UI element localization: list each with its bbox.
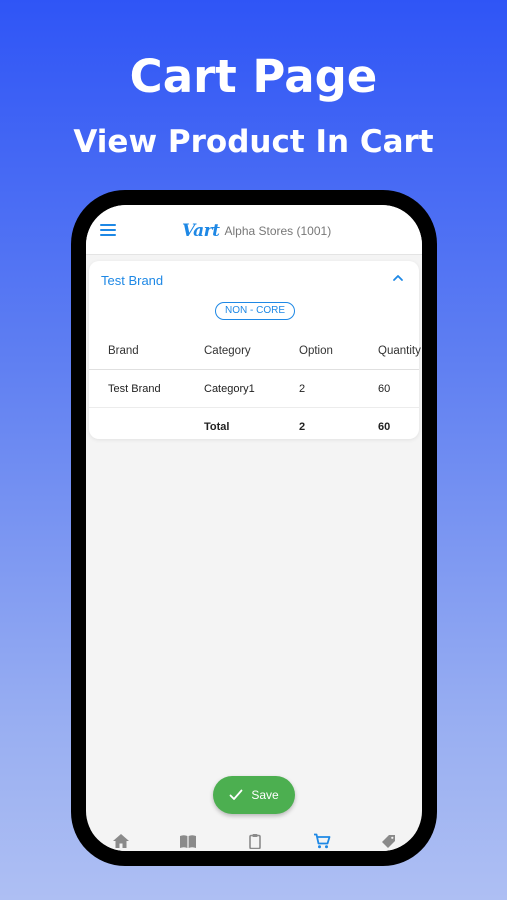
brand-card-title[interactable]: Test Brand bbox=[101, 273, 163, 288]
book-icon[interactable] bbox=[179, 833, 197, 849]
phone-screen: Vart Alpha Stores (1001) Test Brand NON … bbox=[86, 205, 422, 851]
store-name: Alpha Stores (1001) bbox=[224, 224, 332, 238]
table-header-row: Brand Category Option Quantity bbox=[89, 333, 421, 370]
chevron-up-icon[interactable] bbox=[391, 271, 405, 285]
table-row[interactable]: Test Brand Category1 2 60 bbox=[89, 370, 419, 408]
cell-option: 2 bbox=[299, 382, 306, 395]
column-header-option: Option bbox=[299, 345, 333, 357]
tag-icon[interactable] bbox=[380, 833, 398, 849]
cell-quantity: 60 bbox=[378, 382, 391, 395]
save-button-label: Save bbox=[251, 788, 279, 802]
column-header-category: Category bbox=[204, 345, 251, 357]
total-label: Total bbox=[204, 421, 230, 433]
app-header: Vart Alpha Stores (1001) bbox=[86, 205, 422, 255]
bottom-nav bbox=[86, 829, 422, 851]
home-icon[interactable] bbox=[112, 833, 130, 849]
promo-subtitle: View Product In Cart bbox=[73, 124, 434, 160]
menu-icon[interactable] bbox=[100, 224, 116, 236]
phone-frame: Vart Alpha Stores (1001) Test Brand NON … bbox=[71, 190, 437, 866]
table-total-row: Total 2 60 bbox=[89, 408, 419, 446]
cell-category: Category1 bbox=[204, 382, 255, 395]
total-option: 2 bbox=[299, 421, 306, 433]
logo-text: Vart bbox=[182, 221, 220, 241]
cell-brand: Test Brand bbox=[108, 382, 161, 395]
promo-title: Cart Page bbox=[129, 50, 378, 103]
check-icon bbox=[229, 789, 243, 800]
app-logo: Vart Alpha Stores (1001) bbox=[182, 218, 331, 244]
cart-icon[interactable] bbox=[313, 833, 331, 849]
clipboard-icon[interactable] bbox=[246, 833, 264, 849]
brand-card: Test Brand NON - CORE Brand Category Opt… bbox=[89, 261, 421, 439]
save-button[interactable]: Save bbox=[213, 776, 295, 814]
column-header-quantity: Quantity bbox=[378, 345, 421, 357]
total-quantity: 60 bbox=[378, 421, 391, 433]
category-type-badge: NON - CORE bbox=[215, 302, 295, 320]
cart-table: Brand Category Option Quantity Test Bran… bbox=[89, 333, 421, 446]
column-header-brand: Brand bbox=[108, 345, 139, 357]
